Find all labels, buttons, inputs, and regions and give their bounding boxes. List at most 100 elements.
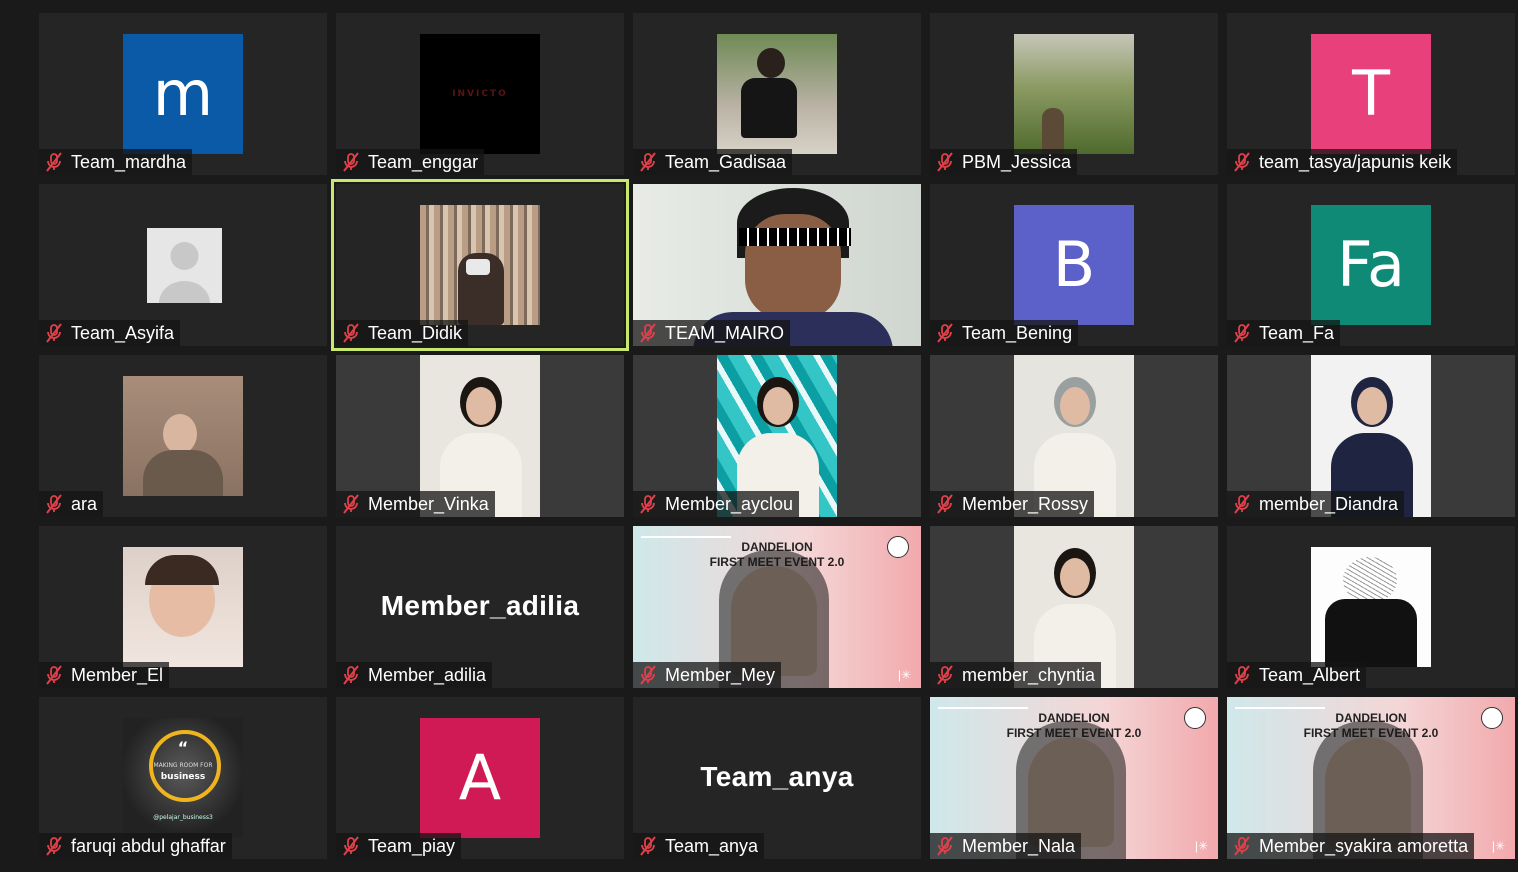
camera-effect-icon: |✳	[897, 668, 911, 682]
participant-tile[interactable]: Fa Team_Fa	[1227, 184, 1515, 346]
participant-name: TEAM_MAIRO	[665, 322, 785, 343]
avatar-letter: Fa	[1337, 228, 1405, 301]
participant-tile[interactable]: A Team_piay	[336, 697, 624, 859]
participant-tile[interactable]: Team_Gadisaa	[633, 13, 921, 175]
participant-name: PBM_Jessica	[962, 151, 1072, 172]
mic-muted-icon	[637, 494, 659, 514]
participant-name-tag: Member_El	[39, 662, 170, 688]
participant-name-tag: Team_Albert	[1227, 662, 1367, 688]
avatar-letter: T	[1352, 57, 1390, 130]
participant-name-tag: faruqi abdul ghaffar	[39, 833, 232, 859]
participant-tile[interactable]: DANDELIONFIRST MEET EVENT 2.0|✳Member_Na…	[930, 697, 1218, 859]
mic-muted-icon	[934, 836, 956, 856]
event-logo-icon	[1184, 707, 1206, 729]
mic-muted-icon	[1231, 494, 1253, 514]
participant-tile[interactable]: Member_adilia Member_adilia	[336, 526, 624, 688]
mic-muted-icon	[43, 665, 65, 685]
participant-name-tag: Member_Mey	[633, 662, 782, 688]
mic-muted-icon	[43, 152, 65, 172]
participant-name: member_chyntia	[962, 664, 1096, 685]
participant-name-tag: Member_Vinka	[336, 491, 495, 517]
participant-tile[interactable]: PBM_Jessica	[930, 13, 1218, 175]
mic-muted-icon	[1231, 323, 1253, 343]
participant-tile[interactable]: m Team_mardha	[39, 13, 327, 175]
avatar: Fa	[1311, 205, 1431, 325]
quote-handle: @pelajar_business3	[153, 814, 213, 821]
mic-muted-icon	[340, 323, 362, 343]
participant-name: Team_Albert	[1259, 664, 1361, 685]
participant-tile[interactable]: member_chyntia	[930, 526, 1218, 688]
participant-display-name: Team_anya	[700, 761, 854, 792]
participant-name: Team_Asyifa	[71, 322, 175, 343]
event-logo-icon	[887, 536, 909, 558]
participant-name-tag: Team_enggar	[336, 149, 485, 175]
participant-tile[interactable]: “ MAKING ROOM FOR business @pelajar_busines…	[39, 697, 327, 859]
participant-name-tag: Member_ayclou	[633, 491, 800, 517]
participant-name-tag: Member_Rossy	[930, 491, 1095, 517]
participant-tile[interactable]: B Team_Bening	[930, 184, 1218, 346]
mic-muted-icon	[637, 836, 659, 856]
participant-tile[interactable]: Team_Asyifa	[39, 184, 327, 346]
participant-name-tag: Member_syakira amoretta	[1227, 833, 1475, 859]
participant-tile[interactable]: ara	[39, 355, 327, 517]
participant-name: Team_Gadisaa	[665, 151, 787, 172]
participant-name-tag: team_tasya/japunis keik	[1227, 149, 1458, 175]
participant-name: Member_ayclou	[665, 493, 794, 514]
mic-muted-icon	[43, 323, 65, 343]
avatar: T	[1311, 34, 1431, 154]
participant-name: Team_Fa	[1259, 322, 1335, 343]
avatar-letter: A	[458, 741, 502, 814]
camera-effect-icon: |✳	[1194, 839, 1208, 853]
mic-muted-icon	[637, 152, 659, 172]
mic-muted-icon	[1231, 152, 1253, 172]
participant-name-tag: Team_mardha	[39, 149, 193, 175]
mic-muted-icon	[934, 665, 956, 685]
participant-name-tag: TEAM_MAIRO	[633, 320, 791, 346]
participant-name: Team_enggar	[368, 151, 479, 172]
participant-tile[interactable]: TEAM_MAIRO	[633, 184, 921, 346]
participant-name-tag: member_chyntia	[930, 662, 1102, 688]
participant-tile[interactable]: INVICTO Team_enggar	[336, 13, 624, 175]
participant-tile[interactable]: DANDELIONFIRST MEET EVENT 2.0|✳Member_Me…	[633, 526, 921, 688]
mic-muted-icon	[340, 152, 362, 172]
participant-tile[interactable]: DANDELIONFIRST MEET EVENT 2.0|✳Member_sy…	[1227, 697, 1515, 859]
participant-tile[interactable]: Team_Didik	[331, 179, 629, 351]
avatar-letter: m	[152, 57, 214, 130]
avatar: INVICTO	[420, 34, 540, 154]
person-sitting-photo	[717, 34, 837, 154]
participant-name-tag: PBM_Jessica	[930, 149, 1078, 175]
participant-tile[interactable]: Member_El	[39, 526, 327, 688]
quote-mark: “	[177, 738, 189, 757]
participant-name-tag: Team_piay	[336, 833, 462, 859]
quote-word: business	[160, 772, 206, 782]
mic-muted-icon	[1231, 836, 1253, 856]
mic-muted-icon	[43, 494, 65, 514]
participant-name-tag: Member_Nala	[930, 833, 1082, 859]
participant-tile[interactable]: Team_Albert	[1227, 526, 1515, 688]
participant-name: Member_Nala	[962, 835, 1076, 856]
mic-muted-icon	[934, 152, 956, 172]
participant-name: faruqi abdul ghaffar	[71, 835, 226, 856]
participant-display-name: Member_adilia	[380, 590, 580, 621]
participant-name-tag: Team_anya	[633, 833, 765, 859]
participant-tile[interactable]: Member_Vinka	[336, 355, 624, 517]
avatar-letter: B	[1052, 228, 1096, 301]
portrait-photo	[123, 376, 243, 496]
participant-name: Team_Didik	[368, 322, 463, 343]
participant-tile[interactable]: member_Diandra	[1227, 355, 1515, 517]
avatar: m	[123, 34, 243, 154]
participant-tile[interactable]: Member_ayclou	[633, 355, 921, 517]
quote-line: MAKING ROOM FOR	[153, 762, 213, 769]
participant-name-tag: ara	[39, 491, 104, 517]
bookshelf-photo	[420, 205, 540, 325]
participant-tile[interactable]: Member_Rossy	[930, 355, 1218, 517]
participant-name: Team_Bening	[962, 322, 1073, 343]
default-user-icon	[147, 228, 222, 303]
participant-tile[interactable]: Tteam_tasya/japunis keik	[1227, 13, 1515, 175]
participant-name: Member_adilia	[368, 664, 487, 685]
gallery-view: m Team_mardha INVICTO Team_enggar Team_Gadis…	[0, 0, 1518, 872]
logo-text: INVICTO	[452, 89, 508, 99]
participant-tile[interactable]: Team_anya Team_anya	[633, 697, 921, 859]
mic-muted-icon	[637, 323, 659, 343]
participant-name: Team_piay	[368, 835, 456, 856]
